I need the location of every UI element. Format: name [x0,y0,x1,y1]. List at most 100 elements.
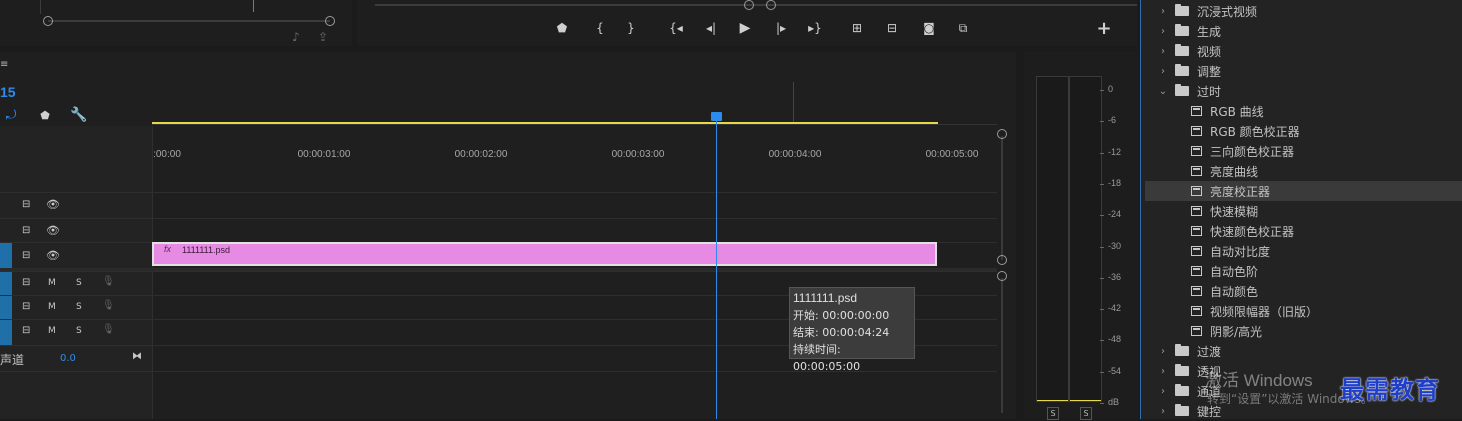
step-forward-icon[interactable]: |▸ [773,20,789,36]
effect-item[interactable]: RGB 颜色校正器 [1145,121,1462,141]
track-target-a1[interactable] [0,272,12,296]
track-target-v1[interactable] [0,243,12,269]
program-zoom-handle-a[interactable] [744,0,754,10]
add-marker-icon[interactable]: ⬟ [555,20,569,36]
chevron-right-icon[interactable]: › [1157,346,1169,357]
step-back-icon[interactable]: ◂| [703,20,719,36]
timeline-timecode[interactable]: 15 [0,84,16,100]
chevron-right-icon[interactable]: › [1157,406,1169,417]
go-to-end-icon[interactable]: ⧓ [132,351,142,362]
video-scroll-handle-bottom[interactable] [997,255,1007,265]
eye-icon[interactable]: 👁 [46,249,60,262]
chevron-down-icon[interactable]: ⌄ [1157,86,1169,97]
toggle-sync-lock-icon[interactable]: ⊟ [22,199,30,210]
mute-button[interactable]: M [48,278,56,288]
effect-item[interactable]: RGB 曲线 [1145,101,1462,121]
master-volume-value[interactable]: 0.0 [60,353,76,364]
effect-item[interactable]: 快速模糊 [1145,201,1462,221]
effects-folder-label: 视频 [1197,44,1222,59]
add-marker-icon[interactable]: ⬟ [38,107,52,123]
toggle-sync-lock-icon[interactable]: ⊟ [22,225,30,236]
toggle-sync-lock-icon[interactable]: ⊟ [22,325,30,336]
solo-button[interactable]: S [76,302,82,312]
solo-left-button[interactable]: S [1047,407,1059,420]
effect-item[interactable]: 自动颜色 [1145,281,1462,301]
effect-item[interactable]: 自动对比度 [1145,241,1462,261]
chevron-right-icon[interactable]: › [1157,66,1169,77]
db-scale-tick [1100,90,1104,91]
mute-button[interactable]: M [48,302,56,312]
wrench-icon[interactable]: 🔧 [70,106,88,124]
audio-scrollbar-track[interactable] [1001,278,1003,413]
toggle-sync-lock-icon[interactable]: ⊟ [22,277,30,288]
effects-folder[interactable]: ⌄ 过时 [1157,81,1457,101]
effects-folder[interactable]: › 视频 [1157,41,1457,61]
effect-item[interactable]: 亮度曲线 [1145,161,1462,181]
effects-folder-label: 调整 [1197,64,1222,79]
microphone-icon[interactable]: 🎙 [102,276,115,287]
playhead-handle[interactable] [711,112,722,121]
chevron-right-icon[interactable]: › [1157,6,1169,17]
camera-icon[interactable]: ◙ [920,20,938,36]
effect-item[interactable]: 三向颜色校正器 [1145,141,1462,161]
effect-item[interactable]: 阴影/高光 [1145,321,1462,341]
chevron-right-icon[interactable]: › [1157,386,1169,397]
effects-folder[interactable]: › 沉浸式视频 [1157,1,1457,21]
mark-out-icon[interactable]: } [624,20,638,36]
effects-folder-label: 过时 [1197,84,1222,99]
work-area-bar[interactable] [152,122,938,124]
audio-scroll-handle-top[interactable] [997,271,1007,281]
timeline-clip[interactable]: fx 1111111.psd [152,242,937,266]
lift-icon[interactable]: ⊞ [847,20,867,36]
toggle-sync-lock-icon[interactable]: ⊟ [22,250,30,261]
video-track-v2[interactable]: ⊟ 👁 [0,218,997,243]
effect-item[interactable]: 亮度校正器 [1145,181,1462,201]
solo-button[interactable]: S [76,278,82,288]
go-to-out-icon[interactable]: ▸} [806,20,824,36]
source-zoom-handle-left[interactable] [43,16,53,26]
effects-folder-label: 生成 [1197,24,1222,39]
solo-button[interactable]: S [76,326,82,336]
time-ruler[interactable] [152,82,997,125]
solo-right-button[interactable]: S [1080,407,1092,420]
source-zoom-handle-right[interactable] [325,16,335,26]
chevron-right-icon[interactable]: › [1157,26,1169,37]
effect-item[interactable]: 视频限幅器（旧版） [1145,301,1462,321]
microphone-icon[interactable]: 🎙 [102,324,115,335]
folder-icon [1175,24,1189,36]
effects-folder[interactable]: › 生成 [1157,21,1457,41]
effect-item[interactable]: 快速颜色校正器 [1145,221,1462,241]
play-icon[interactable]: ▶ [737,19,753,37]
db-scale-label: -48 [1108,334,1122,345]
effects-folder[interactable]: › 调整 [1157,61,1457,81]
comparison-view-icon[interactable]: ⧉ [953,19,973,37]
effect-item-label: 三向颜色校正器 [1210,144,1295,159]
toggle-sync-lock-icon[interactable]: ⊟ [22,301,30,312]
eye-icon[interactable]: 👁 [46,198,60,211]
playhead-line[interactable] [716,118,717,419]
go-to-in-icon[interactable]: {◂ [667,20,685,36]
extract-icon[interactable]: ⊟ [882,20,902,36]
mark-in-icon[interactable]: { [593,20,607,36]
effects-folder[interactable]: › 过渡 [1157,341,1457,361]
video-scroll-handle-top[interactable] [997,129,1007,139]
export-frame-icon[interactable]: ⇪ [315,30,331,44]
music-note-icon[interactable]: ♪ [288,30,304,44]
effect-preset-icon [1191,246,1202,256]
effect-item[interactable]: 自动色阶 [1145,261,1462,281]
video-scrollbar-track[interactable] [1001,136,1003,260]
db-scale-label: -42 [1108,303,1122,314]
ruler-tick-line [793,82,794,124]
microphone-icon[interactable]: 🎙 [102,300,115,311]
track-target-a2[interactable] [0,296,12,320]
timeline-menu-icon[interactable]: ≡ [0,59,8,70]
chevron-right-icon[interactable]: › [1157,366,1169,377]
chevron-right-icon[interactable]: › [1157,46,1169,57]
mute-button[interactable]: M [48,326,56,336]
program-zoom-handle-b[interactable] [766,0,776,10]
snap-select-icon[interactable]: ⤾ [2,107,20,123]
eye-icon[interactable]: 👁 [46,224,60,237]
video-track-v3[interactable]: ⊟ 👁 [0,192,997,219]
add-button-icon[interactable]: + [1095,18,1113,39]
track-target-a3[interactable] [0,320,12,346]
